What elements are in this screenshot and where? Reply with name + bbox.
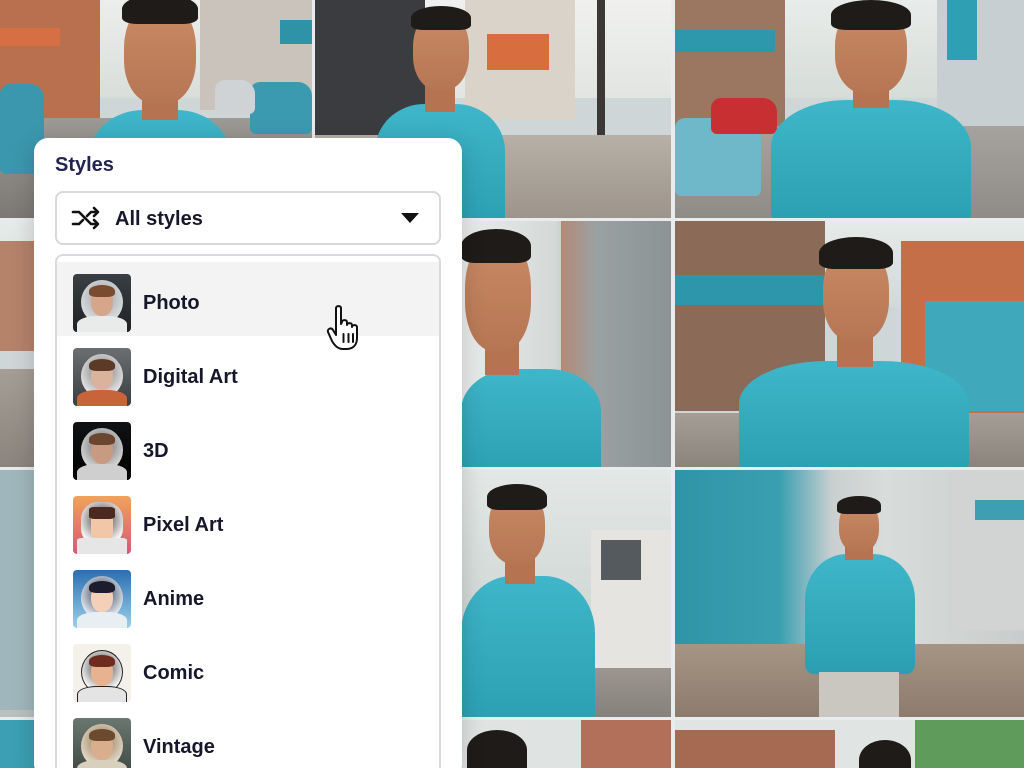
generated-photo[interactable]: [458, 717, 674, 768]
3d-thumbnail: [73, 422, 131, 480]
generated-photo[interactable]: [458, 218, 674, 470]
comic-thumbnail: [73, 644, 131, 702]
anime-thumbnail: [73, 570, 131, 628]
pixel-art-thumbnail: [73, 496, 131, 554]
style-dropdown[interactable]: All styles: [55, 191, 441, 245]
generated-photo[interactable]: [458, 467, 674, 721]
style-option-label: Anime: [143, 588, 205, 610]
style-options-list: Photo Digital Art 3D Pixel Art Anime Com…: [55, 254, 441, 768]
style-option-label: Photo: [143, 292, 200, 314]
style-option-photo[interactable]: Photo: [57, 262, 439, 336]
dropdown-selected-value: All styles: [115, 208, 203, 230]
vintage-thumbnail: [73, 718, 131, 768]
generated-photo[interactable]: [672, 0, 1024, 221]
generated-photo[interactable]: [672, 467, 1024, 721]
style-option-anime[interactable]: Anime: [57, 558, 439, 632]
panel-title: Styles: [55, 154, 114, 176]
style-option-label: Vintage: [143, 736, 215, 758]
style-option-vintage[interactable]: Vintage: [57, 706, 439, 768]
photo-thumbnail: [73, 274, 131, 332]
chevron-down-icon: [401, 213, 419, 223]
hand-pointer-icon: [326, 305, 358, 350]
styles-panel: Styles All styles Photo Digital Art 3D P…: [34, 138, 462, 768]
style-option-comic[interactable]: Comic: [57, 632, 439, 706]
style-option-label: Pixel Art: [143, 514, 224, 536]
style-option-label: Digital Art: [143, 366, 238, 388]
generated-photo[interactable]: [672, 218, 1024, 470]
generated-photo[interactable]: [672, 717, 1024, 768]
digital-art-thumbnail: [73, 348, 131, 406]
style-option-pixel-art[interactable]: Pixel Art: [57, 484, 439, 558]
shuffle-icon: [71, 206, 100, 230]
style-option-digital-art[interactable]: Digital Art: [57, 336, 439, 410]
style-option-label: Comic: [143, 662, 205, 684]
style-option-3d[interactable]: 3D: [57, 410, 439, 484]
style-option-label: 3D: [143, 440, 169, 462]
